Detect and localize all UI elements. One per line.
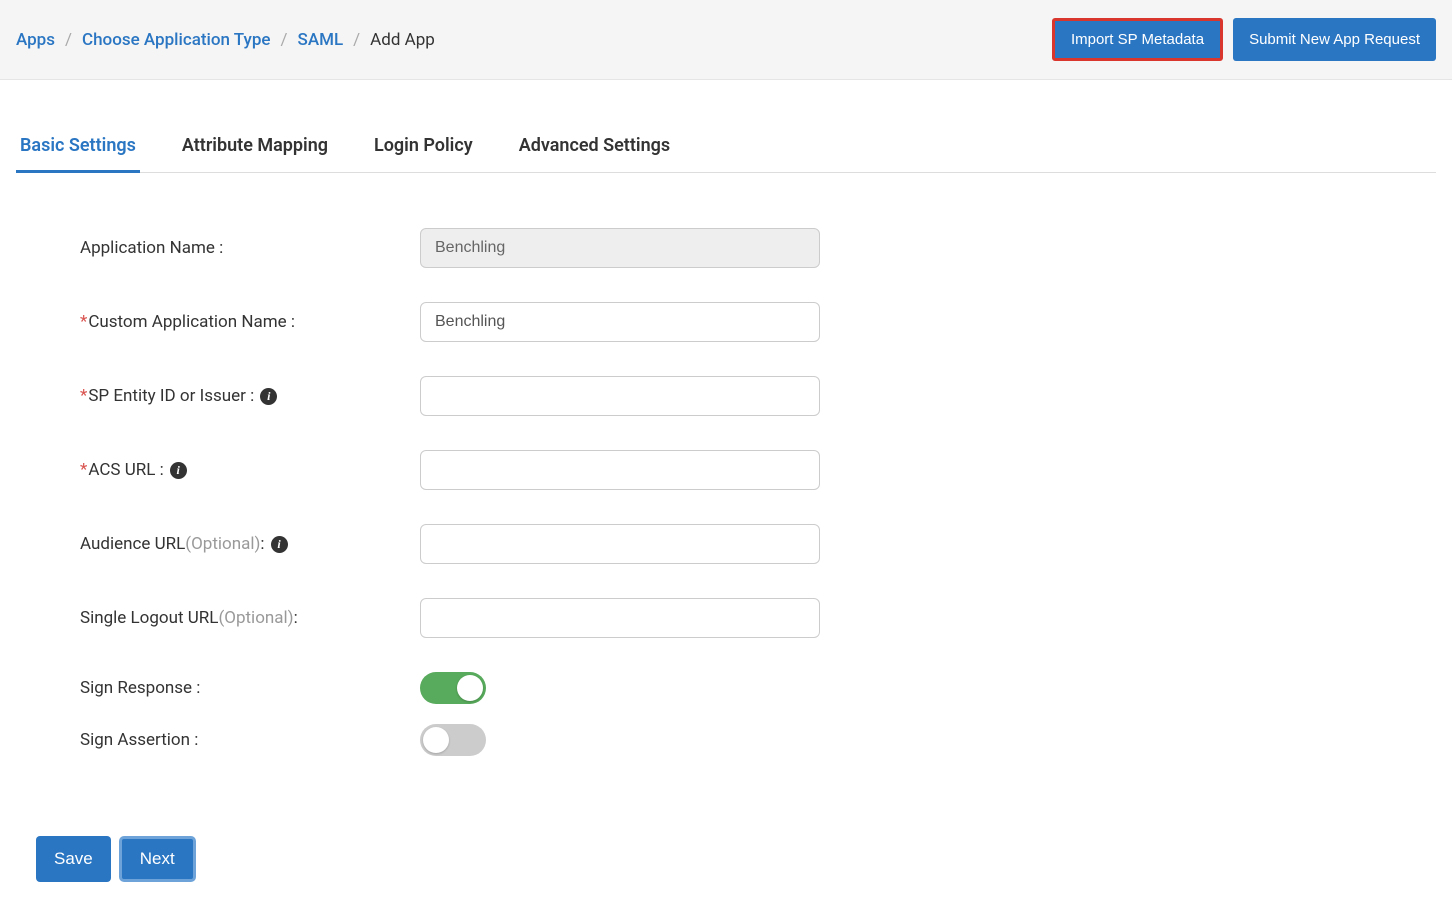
tab-attribute-mapping[interactable]: Attribute Mapping [178,125,332,173]
sign-assertion-label: Sign Assertion : [80,730,420,750]
form-row-logout-url: Single Logout URL (Optional) : [80,598,820,638]
tabs-container: Basic Settings Attribute Mapping Login P… [16,125,1436,173]
save-button[interactable]: Save [36,836,111,882]
breadcrumb-saml[interactable]: SAML [298,30,344,50]
breadcrumb-separator: / [353,30,360,50]
tab-advanced-settings[interactable]: Advanced Settings [515,125,674,173]
breadcrumb-separator: / [281,30,288,50]
form-row-sign-response: Sign Response : [80,672,820,704]
sign-response-label: Sign Response : [80,678,420,698]
tab-basic-settings[interactable]: Basic Settings [16,125,140,173]
form-row-sign-assertion: Sign Assertion : [80,724,820,756]
sign-response-toggle[interactable] [420,672,486,704]
custom-name-input[interactable] [420,302,820,342]
audience-url-label: Audience URL (Optional) : i [80,534,420,554]
header-buttons: Import SP Metadata Submit New App Reques… [1052,18,1436,61]
next-button[interactable]: Next [119,836,196,882]
form-row-app-name: Application Name : [80,228,820,268]
info-icon[interactable]: i [260,388,277,405]
info-icon[interactable]: i [271,536,288,553]
acs-url-label: *ACS URL : i [80,460,420,480]
breadcrumb-apps[interactable]: Apps [16,30,55,50]
form-row-acs-url: *ACS URL : i [80,450,820,490]
breadcrumb: Apps / Choose Application Type / SAML / … [16,30,435,50]
form-area: Application Name : *Custom Application N… [0,173,900,796]
required-indicator: * [80,386,87,406]
form-row-audience-url: Audience URL (Optional) : i [80,524,820,564]
acs-url-input[interactable] [420,450,820,490]
form-row-sp-entity: *SP Entity ID or Issuer : i [80,376,820,416]
tab-login-policy[interactable]: Login Policy [370,125,477,173]
breadcrumb-current: Add App [370,30,435,50]
footer-buttons: Save Next [0,796,1452,902]
logout-url-input[interactable] [420,598,820,638]
required-indicator: * [80,312,87,332]
header-bar: Apps / Choose Application Type / SAML / … [0,0,1452,80]
app-name-label: Application Name : [80,238,420,258]
submit-new-app-request-button[interactable]: Submit New App Request [1233,18,1436,61]
breadcrumb-separator: / [65,30,72,50]
sp-entity-label: *SP Entity ID or Issuer : i [80,386,420,406]
sp-entity-input[interactable] [420,376,820,416]
logout-url-label: Single Logout URL (Optional) : [80,608,420,628]
import-sp-metadata-button[interactable]: Import SP Metadata [1052,18,1223,61]
audience-url-input[interactable] [420,524,820,564]
breadcrumb-choose-type[interactable]: Choose Application Type [82,30,271,50]
custom-name-label: *Custom Application Name : [80,312,420,332]
info-icon[interactable]: i [170,462,187,479]
required-indicator: * [80,460,87,480]
form-row-custom-name: *Custom Application Name : [80,302,820,342]
app-name-input [420,228,820,268]
sign-assertion-toggle[interactable] [420,724,486,756]
